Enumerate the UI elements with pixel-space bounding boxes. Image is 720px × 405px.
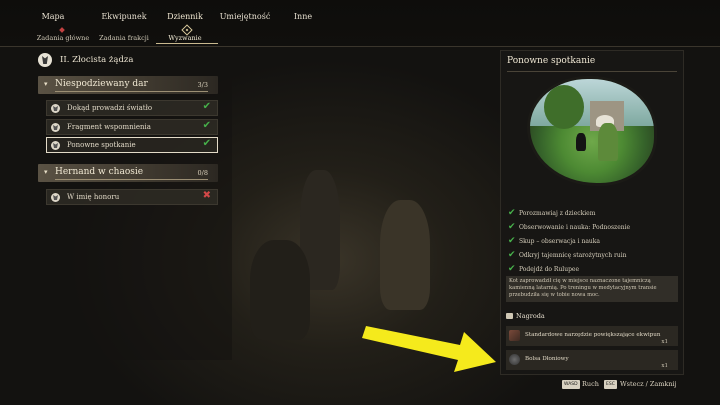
- objective-item: ✔ Skup – obserwacja i nauka: [508, 236, 678, 249]
- quest-row-selected[interactable]: Ponowne spotkanie ✔: [46, 137, 218, 153]
- tab-other[interactable]: Inne: [288, 12, 318, 21]
- wolf-quest-icon: [51, 193, 60, 202]
- wasd-key-icon: WASD: [562, 380, 580, 389]
- objective-item: ✔ Obserwowanie i nauka: Podnoszenie: [508, 222, 678, 235]
- reward-name: Bolsa Dłoniowy: [525, 356, 569, 362]
- reward-header: Nagroda: [516, 312, 545, 320]
- objective-text: Porozmawiaj z dzieckiem: [519, 210, 596, 217]
- illustration-cat: [576, 133, 586, 151]
- quest-label: W imię honoru: [67, 193, 120, 201]
- top-navigation: Mapa Ekwipunek Dziennik Umiejętność Inne…: [0, 0, 720, 46]
- quest-group-title: Hernand w chaosie: [55, 167, 144, 177]
- chapter-title-row: II. Złocista żądza: [38, 53, 228, 69]
- back-close-hint-label[interactable]: Wstecz / Zamknij: [620, 380, 677, 392]
- chevron-down-icon: ▾: [44, 168, 48, 176]
- wolf-quest-icon: [51, 141, 60, 150]
- orb-item-icon: [509, 354, 520, 365]
- checkmark-icon: ✔: [508, 222, 516, 232]
- quest-detail-title: Ponowne spotkanie: [507, 56, 596, 66]
- active-tab-underline: [156, 43, 218, 44]
- quest-group-count: 3/3: [197, 81, 208, 89]
- quest-group-title: Niespodziewany dar: [55, 79, 148, 89]
- tab-journal[interactable]: Dziennik: [162, 12, 208, 21]
- checkmark-icon: ✔: [202, 138, 211, 149]
- subtab-main-quests[interactable]: Zadania główne: [34, 34, 92, 42]
- tab-skills[interactable]: Umiejętność: [214, 12, 276, 21]
- quest-label: Ponowne spotkanie: [67, 141, 136, 149]
- illustration-tree: [544, 85, 584, 129]
- esc-key-icon[interactable]: ESC: [604, 380, 617, 389]
- checkmark-icon: ✔: [508, 264, 516, 274]
- reward-item[interactable]: Standardowe narzędzie powiększające ekwi…: [506, 326, 678, 346]
- cross-icon: ✖: [202, 190, 211, 201]
- nav-divider: [0, 46, 720, 47]
- background-figure: [250, 240, 310, 340]
- quest-group-underline: [55, 179, 208, 180]
- quest-row[interactable]: Fragment wspomnienia ✔: [46, 119, 218, 135]
- checkmark-icon: ✔: [508, 208, 516, 218]
- quest-row[interactable]: W imię honoru ✖: [46, 189, 218, 205]
- tab-map[interactable]: Mapa: [38, 12, 68, 21]
- chevron-down-icon: ▾: [44, 80, 48, 88]
- objective-text: Podejdź do Rulupee: [519, 266, 580, 273]
- quest-row[interactable]: Dokąd prowadzi światło ✔: [46, 100, 218, 116]
- wolf-emblem-icon: [38, 53, 52, 67]
- title-divider: [507, 71, 677, 72]
- subtab-challenge[interactable]: Wyzwanie: [162, 34, 208, 42]
- background-figure: [380, 200, 430, 310]
- checkmark-icon: ✔: [508, 236, 516, 246]
- checkmark-icon: ✔: [202, 101, 211, 112]
- chapter-title: II. Złocista żądza: [60, 55, 134, 65]
- subtab-faction-quests[interactable]: Zadania frakcji: [96, 34, 152, 42]
- quest-group-header[interactable]: ▾ Niespodziewany dar 3/3: [38, 76, 218, 94]
- quest-group-count: 0/8: [197, 169, 208, 177]
- quest-group-underline: [55, 91, 208, 92]
- reward-chest-icon: [506, 313, 513, 319]
- quest-description-box: Kot zaprowadził cię w miejsce naznaczone…: [506, 276, 678, 302]
- objective-item: ✔ Porozmawiaj z dzieckiem: [508, 208, 678, 221]
- bag-item-icon: [509, 330, 520, 341]
- quest-description: Kot zaprowadził cię w miejsce naznaczone…: [509, 278, 657, 298]
- move-hint-label: Ruch: [582, 380, 599, 388]
- reward-quantity: x1: [661, 363, 668, 369]
- quest-group-header[interactable]: ▾ Hernand w chaosie 0/8: [38, 164, 218, 182]
- reward-item[interactable]: Bolsa Dłoniowy x1: [506, 350, 678, 370]
- objective-item: ✔ Odkryj tajemnicę starożytnych ruin: [508, 250, 678, 263]
- objective-text: Skup – obserwacja i nauka: [519, 238, 600, 245]
- quest-list-panel: [32, 50, 232, 360]
- quest-label: Dokąd prowadzi światło: [67, 104, 153, 112]
- objective-text: Obserwowanie i nauka: Podnoszenie: [519, 224, 631, 231]
- illustration-person: [598, 123, 618, 161]
- wolf-quest-icon: [51, 123, 60, 132]
- quest-label: Fragment wspomnienia: [67, 123, 151, 131]
- wolf-quest-icon: [51, 104, 60, 113]
- checkmark-icon: ✔: [202, 120, 211, 131]
- tab-inventory[interactable]: Ekwipunek: [96, 12, 152, 21]
- objective-text: Odkryj tajemnicę starożytnych ruin: [519, 252, 627, 259]
- reward-name: Standardowe narzędzie powiększające ekwi…: [525, 332, 661, 338]
- yellow-arrow-icon: [362, 326, 496, 372]
- reward-quantity: x1: [661, 339, 668, 345]
- checkmark-icon: ✔: [508, 250, 516, 260]
- notification-dot-icon: [59, 27, 65, 33]
